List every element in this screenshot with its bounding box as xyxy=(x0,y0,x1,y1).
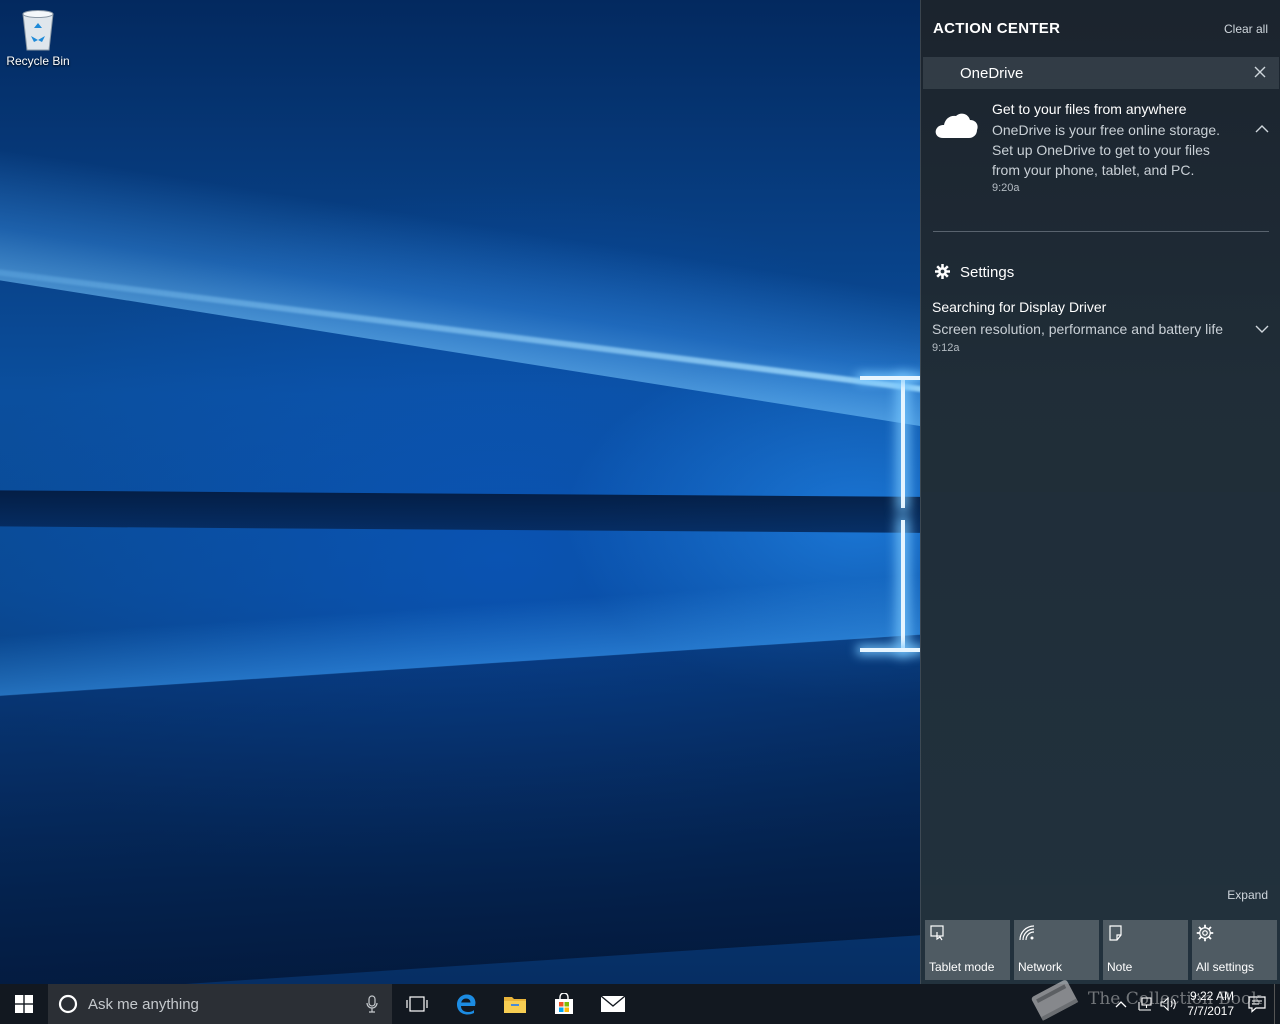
mail-icon xyxy=(600,995,625,1012)
start-button[interactable] xyxy=(0,984,48,1024)
desktop-icon-label: Recycle Bin xyxy=(6,54,70,68)
group-app-name: OneDrive xyxy=(960,64,1024,82)
group-app-name: Settings xyxy=(960,263,1015,281)
notification-icon xyxy=(1248,996,1266,1013)
note-icon xyxy=(1109,925,1122,941)
edge-icon xyxy=(456,994,475,1015)
store-icon xyxy=(554,993,573,1014)
gear-icon xyxy=(1196,924,1214,942)
cortana-search-box[interactable]: Ask me anything xyxy=(48,984,392,1024)
action-center-title: ACTION CENTER xyxy=(933,20,1061,37)
close-icon[interactable] xyxy=(1253,65,1267,79)
tray-network-button[interactable] xyxy=(1133,984,1157,1024)
tray-volume-button[interactable] xyxy=(1157,984,1181,1024)
notification-settings[interactable]: Searching for Display Driver Screen reso… xyxy=(921,297,1280,362)
notification-group-onedrive[interactable]: OneDrive xyxy=(923,57,1279,89)
quick-actions: Tablet mode Network Note All settings xyxy=(925,920,1277,980)
notification-group-settings[interactable]: Settings xyxy=(923,256,1279,288)
chevron-down-icon[interactable] xyxy=(1255,324,1269,334)
show-desktop-button[interactable] xyxy=(1274,984,1280,1024)
onedrive-cloud-icon xyxy=(935,113,978,138)
quick-action-label: All settings xyxy=(1196,960,1255,974)
taskbar-file-explorer-button[interactable] xyxy=(490,984,539,1024)
quick-action-network[interactable]: Network xyxy=(1014,920,1099,980)
network-icon xyxy=(1019,925,1035,941)
tablet-mode-icon xyxy=(930,925,944,941)
task-view-button[interactable] xyxy=(392,984,441,1024)
wallpaper-shadow-band xyxy=(0,490,920,534)
desktop-wallpaper: Recycle Bin xyxy=(0,0,920,984)
windows-logo-icon xyxy=(15,995,33,1013)
taskbar-clock[interactable]: 9:22 AM 7/7/2017 xyxy=(1181,989,1240,1019)
notification-time: 9:20a xyxy=(992,182,1020,194)
microphone-icon[interactable] xyxy=(366,995,378,1013)
wallpaper-window-edge xyxy=(901,520,905,652)
recycle-bin-icon xyxy=(22,10,54,51)
quick-action-label: Tablet mode xyxy=(929,960,995,974)
volume-icon xyxy=(1160,997,1177,1011)
taskbar-mail-button[interactable] xyxy=(588,984,637,1024)
taskbar-store-button[interactable] xyxy=(539,984,588,1024)
expand-quick-actions-button[interactable]: Expand xyxy=(1227,888,1268,902)
wallpaper-window-edge xyxy=(860,376,920,380)
gear-icon xyxy=(935,264,950,279)
quick-action-label: Network xyxy=(1018,960,1063,974)
chevron-up-icon xyxy=(1115,1001,1127,1008)
task-view-icon xyxy=(405,996,428,1012)
notification-title: Get to your files from anywhere xyxy=(992,101,1187,117)
quick-action-all-settings[interactable]: All settings xyxy=(1192,920,1277,980)
action-center-button[interactable] xyxy=(1240,984,1274,1024)
search-placeholder: Ask me anything xyxy=(88,995,199,1013)
quick-action-tablet-mode[interactable]: Tablet mode xyxy=(925,920,1010,980)
action-center-panel: ACTION CENTER Clear all OneDrive Get to … xyxy=(920,0,1280,984)
taskbar: Ask me anything 9:22 AM 7/7/2017 xyxy=(0,984,1280,1024)
group-divider xyxy=(933,231,1269,232)
notification-title: Searching for Display Driver xyxy=(932,299,1107,315)
quick-action-note[interactable]: Note xyxy=(1103,920,1188,980)
notification-body-line: from your phone, tablet, and PC. xyxy=(992,162,1195,178)
notification-body-line: Set up OneDrive to get to your files xyxy=(992,142,1210,158)
show-hidden-icons-button[interactable] xyxy=(1109,984,1133,1024)
wallpaper-window-edge xyxy=(860,648,920,652)
clock-time: 9:22 AM xyxy=(1189,989,1234,1003)
notification-time: 9:12a xyxy=(932,342,960,354)
clear-all-button[interactable]: Clear all xyxy=(1224,22,1268,36)
network-wired-icon xyxy=(1138,997,1152,1011)
chevron-up-icon[interactable] xyxy=(1255,124,1269,134)
taskbar-edge-button[interactable] xyxy=(441,984,490,1024)
wallpaper-window-edge xyxy=(901,378,905,508)
clock-date: 7/7/2017 xyxy=(1187,1004,1234,1018)
notification-body: Screen resolution, performance and batte… xyxy=(932,321,1224,337)
file-explorer-icon xyxy=(503,997,526,1013)
system-tray: 9:22 AM 7/7/2017 xyxy=(1109,984,1280,1024)
desktop-icon-recycle-bin[interactable]: Recycle Bin xyxy=(4,6,72,68)
cortana-icon xyxy=(58,994,78,1014)
notification-body-line: OneDrive is your free online storage. xyxy=(992,122,1220,138)
notification-body: OneDrive is your free online storage. Se… xyxy=(992,120,1242,180)
quick-action-label: Note xyxy=(1107,960,1133,974)
notification-onedrive[interactable]: Get to your files from anywhere OneDrive… xyxy=(921,98,1280,208)
